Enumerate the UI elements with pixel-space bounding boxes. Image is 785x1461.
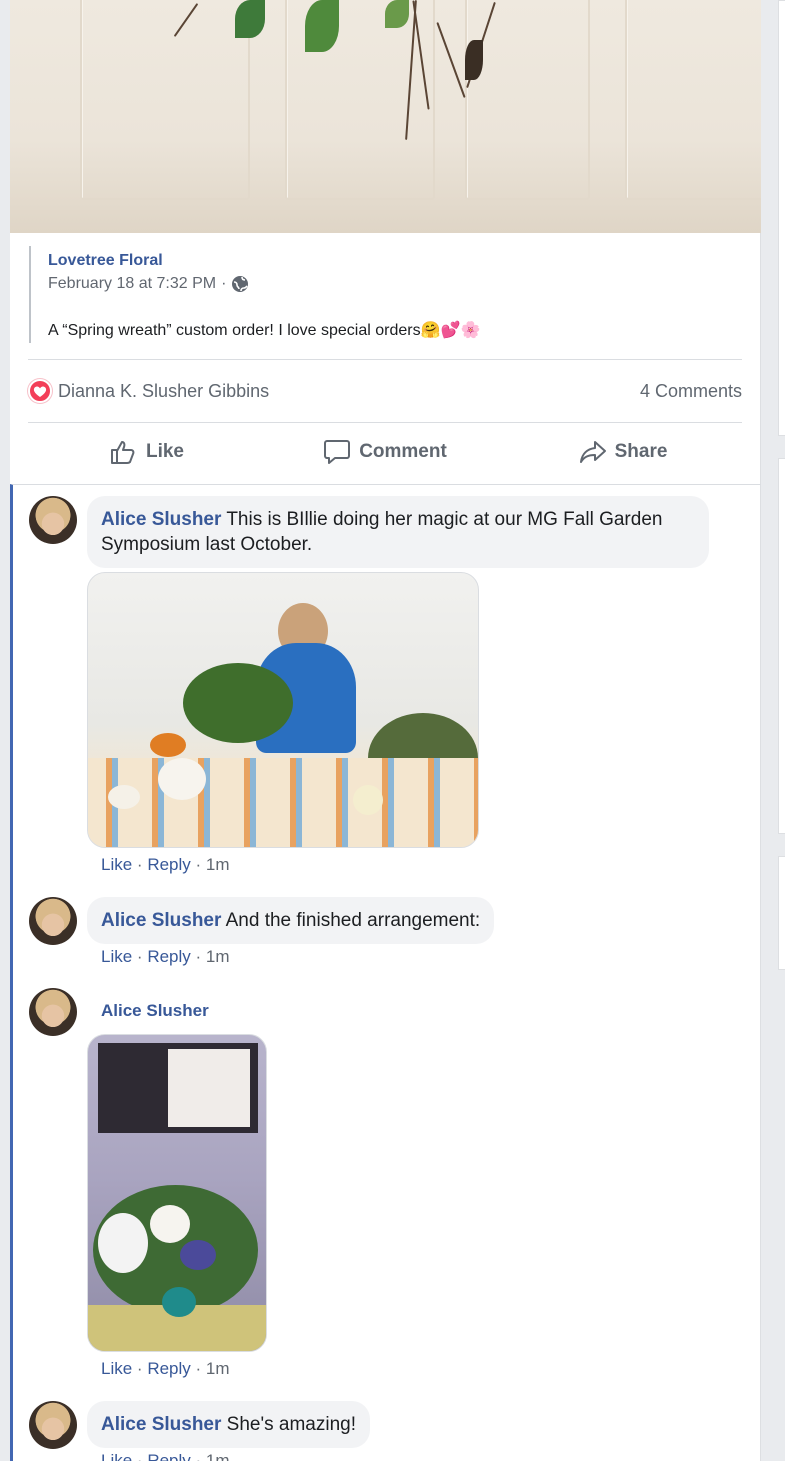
like-label: Like	[145, 441, 185, 462]
pumpkin	[108, 785, 140, 809]
comment-actions: Like · Reply · 1m	[101, 1359, 230, 1378]
comment-like-link[interactable]: Like	[101, 1451, 132, 1461]
comment-like-link[interactable]: Like	[101, 947, 132, 966]
comment-photo[interactable]	[87, 1034, 267, 1352]
share-icon	[579, 439, 607, 465]
comments-count[interactable]: 4 Comments	[640, 381, 742, 402]
shared-post-meta: February 18 at 7:32 PM ·	[48, 275, 249, 293]
comment-reply-link[interactable]: Reply	[147, 1359, 190, 1378]
greenery	[183, 663, 293, 743]
avatar[interactable]	[29, 1401, 77, 1449]
comment-label: Comment	[359, 441, 447, 462]
shared-post-timestamp[interactable]: February 18 at 7:32 PM	[48, 275, 216, 293]
comment-photo[interactable]	[87, 572, 479, 848]
comment-text: And the finished arrangement:	[225, 910, 481, 931]
post-card: Lovetree Floral February 18 at 7:32 PM ·…	[10, 0, 761, 1461]
comment-actions: Like · Reply · 1m	[101, 1451, 230, 1461]
candle	[353, 785, 383, 815]
sidebar-card-edge	[778, 458, 785, 834]
share-button[interactable]: Share	[504, 432, 742, 472]
window	[168, 1049, 250, 1127]
emoji-group: 🤗💕🌸	[420, 322, 481, 339]
post-photo[interactable]	[10, 0, 761, 233]
leaf	[305, 0, 339, 52]
reaction-names[interactable]: Dianna K. Slusher Gibbins	[58, 381, 269, 402]
comment-time[interactable]: 1m	[206, 1451, 230, 1461]
comment-actions: Like · Reply · 1m	[101, 947, 230, 966]
comment-time[interactable]: 1m	[206, 855, 230, 874]
comment-button[interactable]: Comment	[266, 432, 504, 472]
comment-time[interactable]: 1m	[206, 947, 230, 966]
globe-icon[interactable]	[231, 275, 249, 293]
tablecloth	[88, 758, 478, 847]
love-reaction-icon[interactable]	[28, 379, 52, 403]
leaf	[235, 0, 265, 38]
comment-reply-link[interactable]: Reply	[147, 1451, 190, 1461]
comment-like-link[interactable]: Like	[101, 1359, 132, 1378]
comment-author[interactable]: Alice Slusher	[101, 910, 221, 931]
sidebar-card-edge	[778, 856, 785, 970]
avatar[interactable]	[29, 496, 77, 544]
divider	[28, 422, 742, 423]
shared-post-caption: A “Spring wreath” custom order! I love s…	[48, 322, 421, 339]
share-label: Share	[614, 441, 668, 462]
comment-icon	[323, 439, 351, 465]
sidebar-card-edge	[778, 0, 785, 436]
reactions-bar: Dianna K. Slusher Gibbins 4 Comments	[28, 376, 742, 406]
leaf	[465, 40, 483, 80]
comment-bubble: Alice Slusher This is BIllie doing her m…	[87, 496, 709, 568]
comment-bubble: Alice Slusher She's amazing!	[87, 1401, 370, 1448]
avatar[interactable]	[29, 988, 77, 1036]
branch	[436, 22, 466, 98]
comment-time[interactable]: 1m	[206, 1359, 230, 1378]
comment-author[interactable]: Alice Slusher	[101, 1001, 209, 1021]
shared-post-text: A “Spring wreath” custom order! I love s…	[48, 320, 480, 340]
vase	[162, 1287, 196, 1317]
purple-pumpkin	[180, 1240, 216, 1270]
comments-section: Alice Slusher This is BIllie doing her m…	[10, 484, 761, 1461]
comment-actions: Like · Reply · 1m	[101, 855, 230, 874]
shared-post-author[interactable]: Lovetree Floral	[48, 252, 163, 270]
comment-author[interactable]: Alice Slusher	[101, 1414, 221, 1435]
comment-like-link[interactable]: Like	[101, 855, 132, 874]
comment-author[interactable]: Alice Slusher	[101, 509, 221, 530]
avatar[interactable]	[29, 897, 77, 945]
divider	[28, 359, 742, 360]
pumpkin	[150, 733, 186, 757]
meta-separator: ·	[221, 275, 227, 292]
comment-text: She's amazing!	[226, 1414, 356, 1435]
comment-reply-link[interactable]: Reply	[147, 855, 190, 874]
pumpkin	[158, 758, 206, 800]
action-bar: Like Comment Share	[28, 432, 742, 472]
white-flowers	[98, 1213, 148, 1273]
pumpkin	[150, 1205, 190, 1243]
comment-reply-link[interactable]: Reply	[147, 947, 190, 966]
leaf	[385, 0, 409, 28]
door-panel	[80, 0, 250, 200]
thumbs-up-icon	[110, 439, 138, 465]
door-panel	[625, 0, 761, 200]
shared-post: Lovetree Floral February 18 at 7:32 PM ·…	[29, 246, 741, 343]
like-button[interactable]: Like	[28, 432, 266, 472]
comment-bubble: Alice Slusher And the finished arrangeme…	[87, 897, 495, 944]
